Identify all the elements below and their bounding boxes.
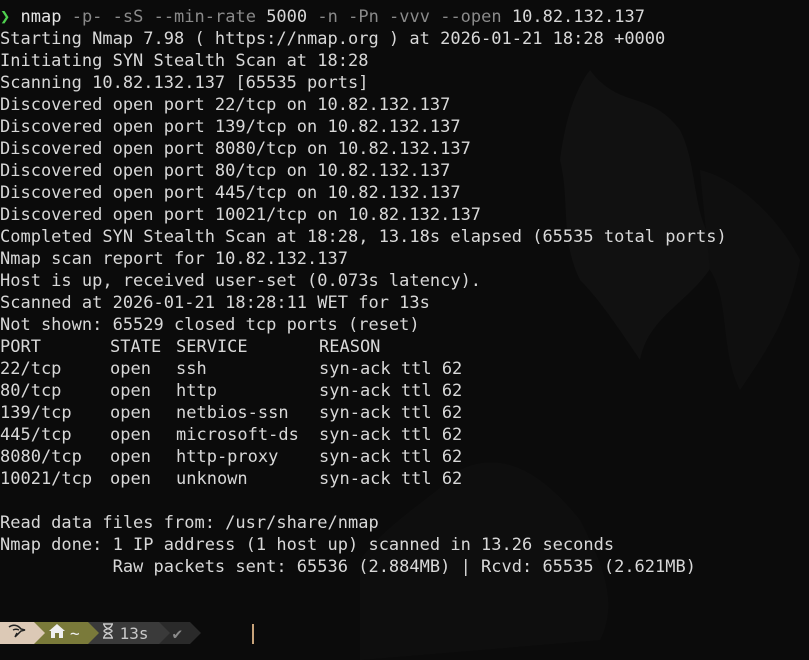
output-line: Discovered open port 8080/tcp on 10.82.1… <box>0 139 471 159</box>
output-line: Discovered open port 22/tcp on 10.82.132… <box>0 95 451 115</box>
footer-line: Nmap done: 1 IP address (1 host up) scan… <box>0 535 615 555</box>
os-segment <box>0 622 45 644</box>
table-row: 22/tcp open ssh syn-ack ttl 62 <box>0 358 809 380</box>
hourglass-icon <box>102 623 114 643</box>
terminal-output: ❯ nmap -p- -sS --min-rate 5000 -n -Pn -v… <box>0 6 809 578</box>
cell-service: microsoft-ds <box>176 425 299 445</box>
check-icon: ✔ <box>172 623 183 643</box>
output-line: Host is up, received user-set (0.073s la… <box>0 271 482 291</box>
table-row: 445/tcp open microsoft-ds syn-ack ttl 62 <box>0 424 809 446</box>
output-line: Scanning 10.82.132.137 [65535 ports] <box>0 73 369 93</box>
cell-port: 139/tcp <box>0 403 72 423</box>
output-line: Completed SYN Stealth Scan at 18:28, 13.… <box>0 227 727 247</box>
cell-reason: syn-ack ttl 62 <box>319 447 463 467</box>
cell-state: open <box>110 403 151 423</box>
cell-service: unknown <box>176 469 248 489</box>
cell-state: open <box>110 447 151 467</box>
command-line: ❯ nmap -p- -sS --min-rate 5000 -n -Pn -v… <box>0 6 809 28</box>
header-service: SERVICE <box>176 337 248 357</box>
output-line: Initiating SYN Stealth Scan at 18:28 <box>0 51 369 71</box>
cell-state: open <box>110 381 151 401</box>
output-line: Discovered open port 445/tcp on 10.82.13… <box>0 183 461 203</box>
table-row: 8080/tcp open http-proxy syn-ack ttl 62 <box>0 446 809 468</box>
output-line: Discovered open port 10021/tcp on 10.82.… <box>0 205 482 225</box>
port-table-header: PORT STATE SERVICE REASON <box>0 336 809 358</box>
text-cursor[interactable] <box>252 624 254 644</box>
prompt-symbol: ❯ <box>0 7 11 27</box>
cell-port: 10021/tcp <box>0 469 93 489</box>
output-line: Not shown: 65529 closed tcp ports (reset… <box>0 315 420 335</box>
home-icon <box>48 623 66 643</box>
directory-path: ~ <box>70 623 80 643</box>
cell-port: 22/tcp <box>0 359 62 379</box>
cell-port: 8080/tcp <box>0 447 82 467</box>
cell-reason: syn-ack ttl 62 <box>319 381 463 401</box>
table-row: 10021/tcp open unknown syn-ack ttl 62 <box>0 468 809 490</box>
cell-reason: syn-ack ttl 62 <box>319 425 463 445</box>
prompt-statusbar: ~ 13s ✔ <box>0 622 202 644</box>
output-line: Nmap scan report for 10.82.132.137 <box>0 249 348 269</box>
output-line: Starting Nmap 7.98 ( https://nmap.org ) … <box>0 29 666 49</box>
footer-line: Raw packets sent: 65536 (2.884MB) | Rcvd… <box>0 557 696 577</box>
output-line: Discovered open port 80/tcp on 10.82.132… <box>0 161 451 181</box>
cell-state: open <box>110 359 151 379</box>
header-port: PORT <box>0 337 41 357</box>
footer-line: Read data files from: /usr/share/nmap <box>0 513 379 533</box>
cell-reason: syn-ack ttl 62 <box>319 359 463 379</box>
cell-state: open <box>110 469 151 489</box>
header-state: STATE <box>110 337 162 357</box>
cell-state: open <box>110 425 151 445</box>
cell-reason: syn-ack ttl 62 <box>319 469 463 489</box>
command-target: 10.82.132.137 <box>511 7 645 27</box>
cell-port: 445/tcp <box>0 425 72 445</box>
command-name: nmap <box>20 7 62 27</box>
duration-value: 13s <box>119 623 149 643</box>
cell-service: netbios-ssn <box>176 403 289 423</box>
output-line: Discovered open port 139/tcp on 10.82.13… <box>0 117 461 137</box>
cell-service: ssh <box>176 359 207 379</box>
cell-service: http <box>176 381 217 401</box>
output-line: Scanned at 2026-01-21 18:28:11 WET for 1… <box>0 293 430 313</box>
command-flags: -p- -sS --min-rate <box>71 7 256 27</box>
command-rate: 5000 <box>266 7 308 27</box>
kali-dragon-icon <box>7 623 27 643</box>
table-row: 139/tcp open netbios-ssn syn-ack ttl 62 <box>0 402 809 424</box>
command-flags-2: -n -Pn -vvv --open <box>317 7 502 27</box>
cell-service: http-proxy <box>176 447 279 467</box>
cell-reason: syn-ack ttl 62 <box>319 403 463 423</box>
header-reason: REASON <box>319 337 381 357</box>
table-row: 80/tcp open http syn-ack ttl 62 <box>0 380 809 402</box>
cell-port: 80/tcp <box>0 381 62 401</box>
